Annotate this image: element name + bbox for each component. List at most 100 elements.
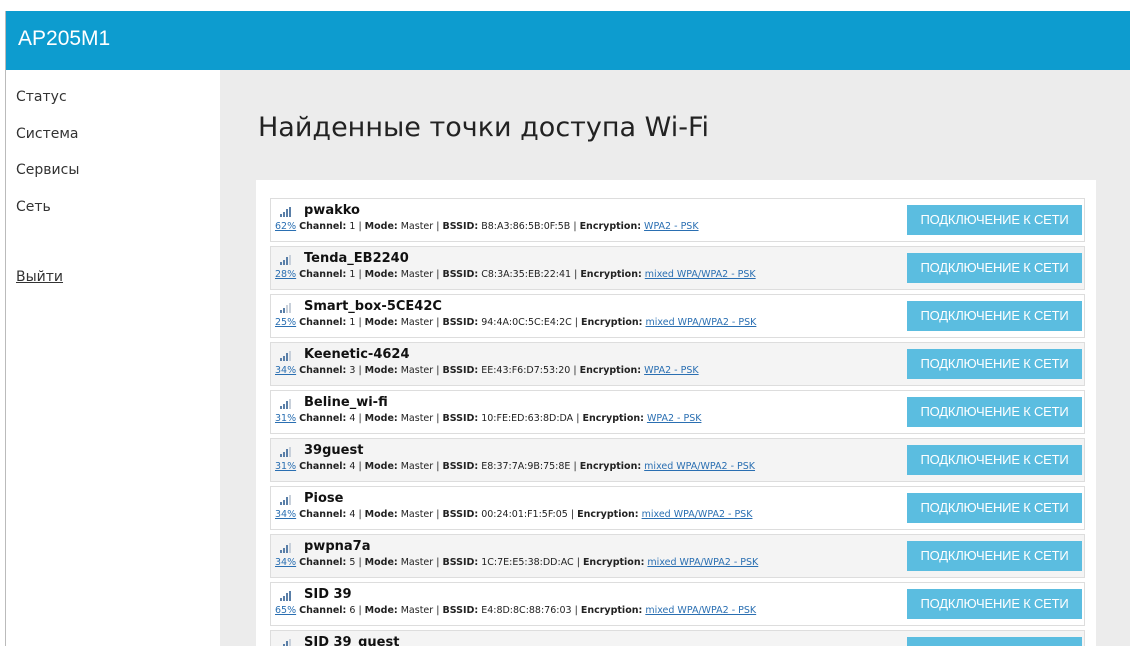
- network-ssid: 39guest: [304, 443, 364, 458]
- signal-percent-link[interactable]: 31%: [275, 461, 296, 472]
- bssid-value: C8:3A:35:EB:22:41: [481, 269, 572, 280]
- encryption-link[interactable]: mixed WPA/WPA2 - PSK: [644, 461, 755, 472]
- channel-label: Channel:: [299, 461, 347, 472]
- connect-button[interactable]: ПОДКЛЮЧЕНИЕ К СЕТИ: [907, 589, 1082, 619]
- bssid-label: BSSID:: [442, 413, 479, 424]
- mode-value: Master: [400, 365, 434, 376]
- channel-value: 1: [349, 221, 356, 232]
- encryption-link[interactable]: WPA2 - PSK: [644, 221, 699, 232]
- bssid-label: BSSID:: [442, 509, 479, 520]
- separator: |: [574, 269, 578, 280]
- mode-value: Master: [400, 509, 434, 520]
- signal-strength-icon: [280, 590, 293, 601]
- bssid-label: BSSID:: [442, 221, 479, 232]
- page-title: Найденные точки доступа Wi-Fi: [258, 112, 710, 143]
- network-details: 62% Channel: 1 | Mode: Master | BSSID: B…: [275, 221, 699, 232]
- separator: |: [358, 557, 362, 568]
- encryption-label: Encryption:: [579, 221, 642, 232]
- mode-label: Mode:: [364, 461, 398, 472]
- separator: |: [436, 509, 440, 520]
- encryption-link[interactable]: WPA2 - PSK: [647, 413, 702, 424]
- signal-percent-link[interactable]: 34%: [275, 557, 296, 568]
- network-row: pwakko 62% Channel: 1 | Mode: Master | BS…: [270, 198, 1085, 242]
- separator: |: [574, 317, 578, 328]
- bssid-value: B8:A3:86:5B:0F:5B: [481, 221, 571, 232]
- signal-percent-link[interactable]: 31%: [275, 413, 296, 424]
- sidebar-item-services[interactable]: Сервисы: [16, 162, 79, 178]
- encryption-label: Encryption:: [580, 269, 642, 280]
- separator: |: [436, 221, 440, 232]
- signal-strength-icon: [280, 446, 293, 457]
- bssid-value: E8:37:7A:9B:75:8E: [481, 461, 571, 472]
- signal-strength-icon: [280, 542, 293, 553]
- encryption-label: Encryption:: [581, 317, 643, 328]
- separator: |: [436, 365, 440, 376]
- connect-button[interactable]: ПОДКЛЮЧЕНИЕ К СЕТИ: [907, 301, 1082, 331]
- sidebar-item-status[interactable]: Статус: [16, 89, 67, 105]
- sidebar-item-system[interactable]: Система: [16, 126, 78, 142]
- separator: |: [436, 557, 440, 568]
- mode-label: Mode:: [364, 413, 398, 424]
- network-ssid: pwakko: [304, 203, 360, 218]
- bssid-label: BSSID:: [442, 317, 479, 328]
- sidebar-item-network[interactable]: Сеть: [16, 199, 51, 215]
- connect-button[interactable]: ПОДКЛЮЧЕНИЕ К СЕТИ: [907, 541, 1082, 571]
- mode-label: Mode:: [364, 557, 398, 568]
- connect-button[interactable]: ПОДКЛЮЧЕНИЕ К СЕТИ: [907, 637, 1082, 646]
- channel-label: Channel:: [299, 269, 347, 280]
- channel-label: Channel:: [299, 221, 347, 232]
- separator: |: [573, 221, 577, 232]
- signal-percent-link[interactable]: 25%: [275, 317, 296, 328]
- encryption-label: Encryption:: [582, 557, 645, 568]
- signal-strength-icon: [280, 206, 293, 217]
- channel-label: Channel:: [299, 317, 347, 328]
- encryption-link[interactable]: mixed WPA/WPA2 - PSK: [642, 509, 753, 520]
- mode-label: Mode:: [364, 605, 398, 616]
- mode-label: Mode:: [364, 365, 398, 376]
- signal-percent-link[interactable]: 34%: [275, 509, 296, 520]
- separator: |: [358, 509, 362, 520]
- connect-button[interactable]: ПОДКЛЮЧЕНИЕ К СЕТИ: [907, 397, 1082, 427]
- logout-link[interactable]: Выйти: [16, 269, 63, 285]
- network-details: 65% Channel: 6 | Mode: Master | BSSID: E…: [275, 605, 756, 616]
- separator: |: [570, 509, 575, 520]
- separator: |: [436, 413, 440, 424]
- signal-percent-link[interactable]: 65%: [275, 605, 296, 616]
- separator: |: [358, 317, 362, 328]
- encryption-link[interactable]: mixed WPA/WPA2 - PSK: [645, 269, 756, 280]
- channel-label: Channel:: [299, 413, 347, 424]
- channel-label: Channel:: [299, 509, 347, 520]
- network-row: SID 39_guest Channel: | Mode: | BSSID: |…: [270, 630, 1085, 646]
- signal-percent-link[interactable]: 34%: [275, 365, 296, 376]
- channel-value: 5: [349, 557, 356, 568]
- network-row: pwpna7a 34% Channel: 5 | Mode: Master | B…: [270, 534, 1085, 578]
- channel-value: 4: [349, 509, 356, 520]
- bssid-value: 94:4A:0C:5C:E4:2C: [481, 317, 572, 328]
- encryption-link[interactable]: mixed WPA/WPA2 - PSK: [646, 317, 757, 328]
- separator: |: [436, 461, 440, 472]
- signal-percent-link[interactable]: 62%: [275, 221, 296, 232]
- separator: |: [358, 221, 362, 232]
- signal-percent-link[interactable]: 28%: [275, 269, 296, 280]
- bssid-label: BSSID:: [442, 269, 479, 280]
- connect-button[interactable]: ПОДКЛЮЧЕНИЕ К СЕТИ: [907, 349, 1082, 379]
- mode-label: Mode:: [364, 269, 398, 280]
- bssid-value: 00:24:01:F1:5F:05: [481, 509, 568, 520]
- channel-value: 1: [349, 317, 356, 328]
- encryption-label: Encryption:: [582, 413, 644, 424]
- encryption-link[interactable]: WPA2 - PSK: [644, 365, 699, 376]
- encryption-link[interactable]: mixed WPA/WPA2 - PSK: [647, 557, 758, 568]
- connect-button[interactable]: ПОДКЛЮЧЕНИЕ К СЕТИ: [907, 445, 1082, 475]
- connect-button[interactable]: ПОДКЛЮЧЕНИЕ К СЕТИ: [907, 493, 1082, 523]
- channel-value: 1: [349, 269, 356, 280]
- networks-panel: pwakko 62% Channel: 1 | Mode: Master | BS…: [256, 180, 1096, 646]
- network-details: 34% Channel: 5 | Mode: Master | BSSID: 1…: [275, 557, 758, 568]
- bssid-value: EE:43:F6:D7:53:20: [481, 365, 571, 376]
- encryption-link[interactable]: mixed WPA/WPA2 - PSK: [645, 605, 756, 616]
- connect-button[interactable]: ПОДКЛЮЧЕНИЕ К СЕТИ: [907, 205, 1082, 235]
- separator: |: [436, 317, 440, 328]
- network-ssid: SID 39_guest: [304, 635, 400, 646]
- separator: |: [358, 269, 362, 280]
- connect-button[interactable]: ПОДКЛЮЧЕНИЕ К СЕТИ: [907, 253, 1082, 283]
- bssid-label: BSSID:: [442, 605, 479, 616]
